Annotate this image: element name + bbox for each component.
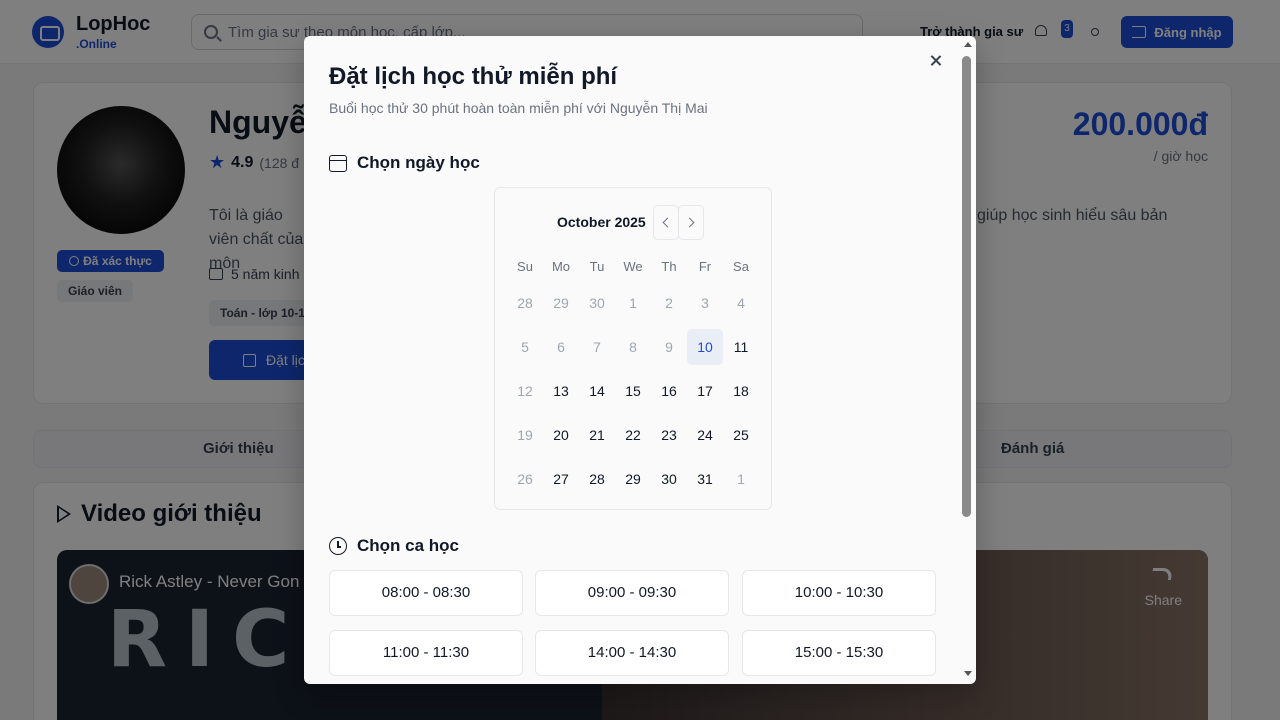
- calendar-day[interactable]: 11: [723, 329, 759, 365]
- calendar-day: 19: [517, 427, 533, 443]
- calendar-day[interactable]: 21: [579, 417, 615, 453]
- next-month-button[interactable]: [678, 205, 704, 240]
- calendar-day[interactable]: 18: [723, 373, 759, 409]
- calendar-day[interactable]: 20: [543, 417, 579, 453]
- date-section-title: Chọn ngày học: [329, 153, 480, 173]
- time-slot-button[interactable]: 09:00 - 09:30: [535, 570, 729, 616]
- modal-title: Đặt lịch học thử miễn phí: [329, 63, 618, 90]
- booking-modal: Đặt lịch học thử miễn phí Buổi học thử 3…: [304, 36, 976, 684]
- calendar-day[interactable]: 16: [651, 373, 687, 409]
- calendar-day[interactable]: 15: [615, 373, 651, 409]
- calendar-day[interactable]: 30: [651, 461, 687, 497]
- calendar-day[interactable]: 13: [543, 373, 579, 409]
- calendar-day[interactable]: 29: [615, 461, 651, 497]
- calendar-day: 6: [557, 339, 565, 355]
- calendar-day: 26: [517, 471, 533, 487]
- calendar-day: 12: [517, 383, 533, 399]
- calendar-day: 1: [629, 295, 637, 311]
- calendar-day: 8: [629, 339, 637, 355]
- time-slot-button[interactable]: 14:00 - 14:30: [535, 630, 729, 676]
- calendar-day: 3: [701, 295, 709, 311]
- date-section-label: Chọn ngày học: [357, 153, 480, 172]
- chevron-left-icon: [662, 217, 673, 228]
- weekday-label: Th: [661, 259, 677, 274]
- time-section-title: Chọn ca học: [329, 536, 459, 556]
- calendar-day: 28: [517, 295, 533, 311]
- calendar-day[interactable]: 22: [615, 417, 651, 453]
- time-slot-button[interactable]: 11:00 - 11:30: [329, 630, 523, 676]
- weekday-label: Tu: [589, 259, 605, 274]
- weekday-label: Mo: [551, 259, 571, 274]
- calendar-day: 1: [737, 471, 745, 487]
- scroll-down-icon[interactable]: [964, 671, 972, 676]
- weekday-label: We: [623, 259, 643, 274]
- weekday-label: Sa: [733, 259, 749, 274]
- calendar-day[interactable]: 28: [579, 461, 615, 497]
- calendar-day: 4: [737, 295, 745, 311]
- calendar-day[interactable]: 17: [687, 373, 723, 409]
- calendar-day[interactable]: 24: [687, 417, 723, 453]
- scrollbar-thumb[interactable]: [962, 56, 971, 517]
- calendar-day: 5: [521, 339, 529, 355]
- calendar-day: 7: [593, 339, 601, 355]
- calendar-day[interactable]: 14: [579, 373, 615, 409]
- close-button[interactable]: [926, 51, 946, 71]
- calendar-day[interactable]: 10: [687, 329, 723, 365]
- weekday-label: Su: [517, 259, 533, 274]
- calendar-day: 30: [589, 295, 605, 311]
- calendar-day: 2: [665, 295, 673, 311]
- scroll-up-icon[interactable]: [964, 42, 972, 47]
- calendar-month: October 2025: [557, 214, 646, 230]
- time-slot-button[interactable]: 15:00 - 15:30: [742, 630, 936, 676]
- time-slot-button[interactable]: 08:00 - 08:30: [329, 570, 523, 616]
- modal-subtitle: Buổi học thử 30 phút hoàn toàn miễn phí …: [329, 100, 708, 116]
- calendar-day[interactable]: 23: [651, 417, 687, 453]
- date-picker: October 2025 Su Mo Tu We Th Fr Sa 28 29 30 1 2 3 4 5 6 7…: [494, 187, 772, 510]
- calendar-day: 9: [665, 339, 673, 355]
- calendar-icon: [329, 154, 347, 172]
- calendar-day[interactable]: 31: [687, 461, 723, 497]
- calendar-day[interactable]: 25: [723, 417, 759, 453]
- time-section-label: Chọn ca học: [357, 536, 460, 555]
- clock-icon: [329, 537, 347, 555]
- time-slot-button[interactable]: 10:00 - 10:30: [742, 570, 936, 616]
- weekday-label: Fr: [698, 259, 712, 274]
- calendar-day[interactable]: 27: [543, 461, 579, 497]
- chevron-right-icon: [684, 217, 695, 228]
- prev-month-button[interactable]: [653, 205, 679, 240]
- calendar-day: 29: [553, 295, 569, 311]
